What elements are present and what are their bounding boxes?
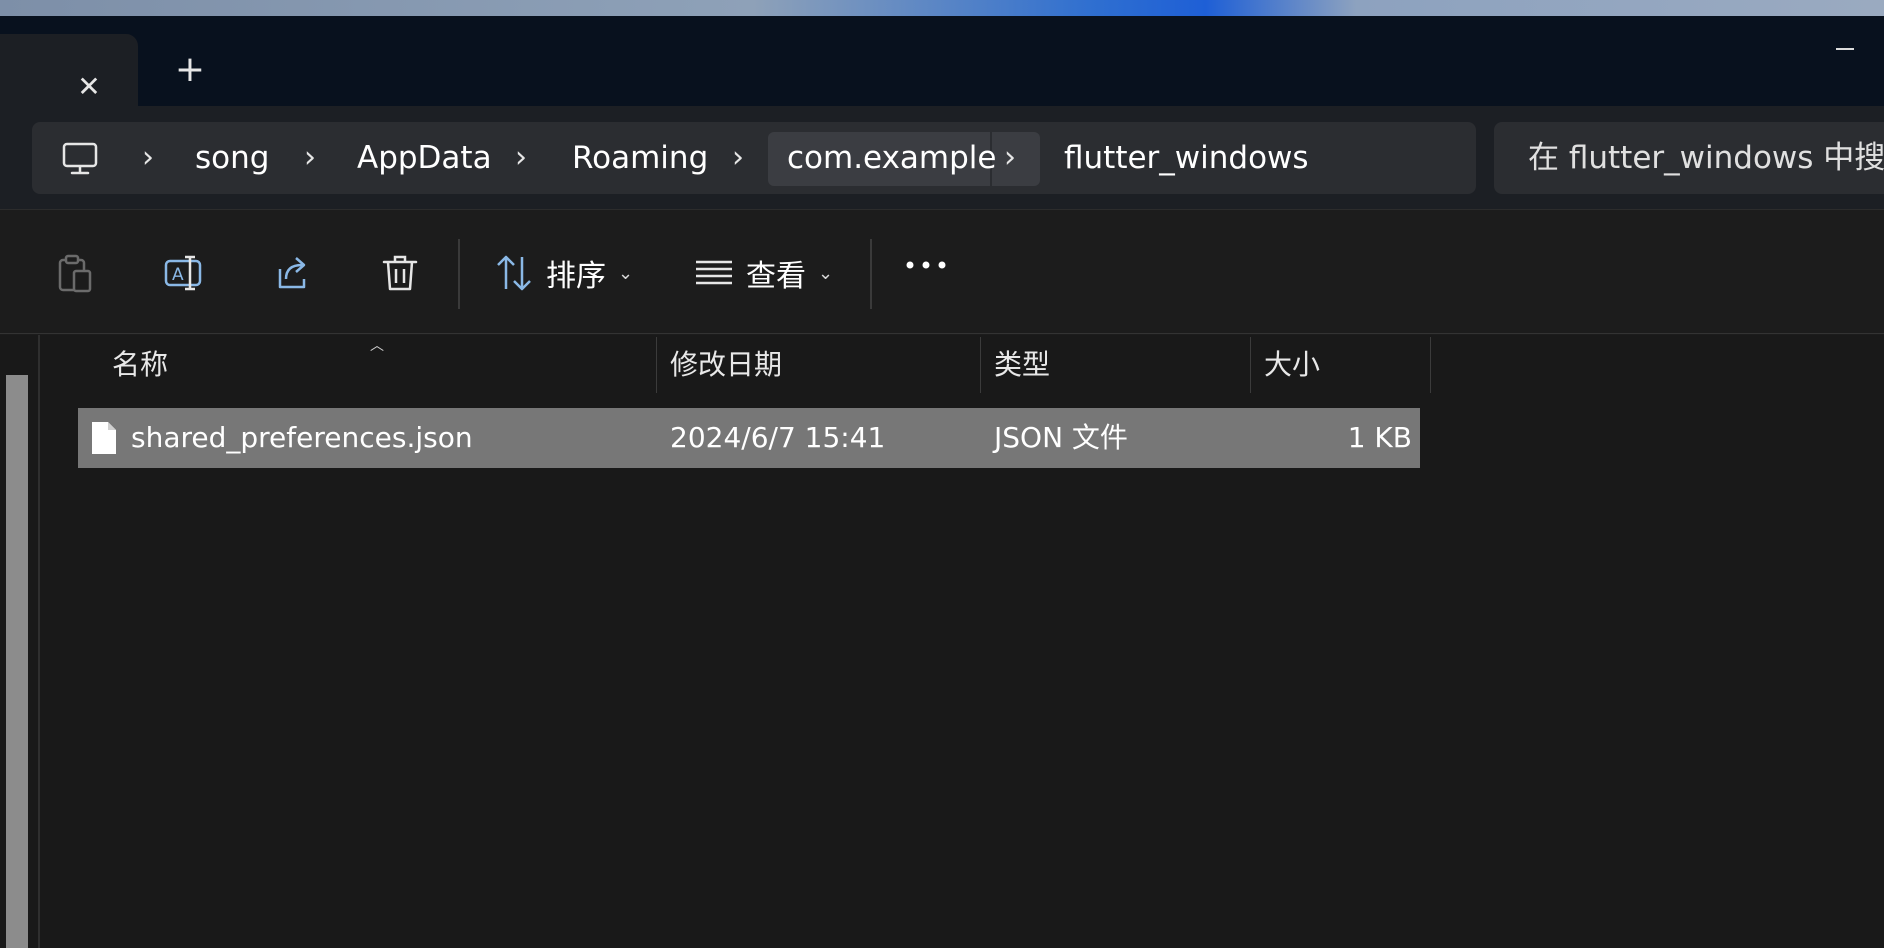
minimize-button[interactable]	[1830, 34, 1860, 64]
sort-button[interactable]: 排序 ⌄	[494, 245, 633, 301]
more-icon[interactable]	[904, 257, 948, 273]
title-bar: ✕ +	[0, 16, 1884, 106]
chevron-right-icon[interactable]: ›	[142, 122, 154, 194]
rename-icon[interactable]: A	[164, 253, 204, 293]
column-divider[interactable]	[1250, 337, 1251, 393]
file-list-area: ︿ 名称 修改日期 类型 大小 shared_preferences.json …	[0, 335, 1884, 948]
file-name[interactable]: shared_preferences.json	[131, 408, 473, 468]
view-label: 查看	[746, 259, 806, 294]
breadcrumb-item-flutter-windows[interactable]: flutter_windows	[1064, 122, 1309, 194]
file-row[interactable]: shared_preferences.json 2024/6/7 15:41 J…	[78, 408, 1420, 468]
file-modified: 2024/6/7 15:41	[670, 421, 886, 454]
chevron-down-icon: ⌄	[618, 262, 634, 284]
sort-icon	[497, 255, 531, 291]
svg-text:A: A	[172, 265, 184, 285]
delete-icon[interactable]	[380, 253, 420, 293]
column-divider[interactable]	[1430, 337, 1431, 393]
this-pc-icon[interactable]	[62, 142, 98, 176]
chevron-right-icon[interactable]: ›	[304, 122, 316, 194]
column-header-type[interactable]: 类型	[994, 335, 1050, 391]
desktop-background	[0, 0, 1884, 16]
new-tab-button[interactable]: +	[172, 52, 208, 88]
file-icon	[92, 422, 116, 454]
breadcrumb[interactable]: › song › AppData › Roaming › com.example…	[32, 122, 1476, 194]
close-tab-icon[interactable]: ✕	[74, 72, 104, 102]
column-header-name[interactable]: 名称	[112, 335, 168, 391]
view-icon	[696, 260, 732, 285]
share-icon[interactable]	[272, 253, 312, 293]
breadcrumb-item-song[interactable]: song	[195, 122, 269, 194]
address-row: › song › AppData › Roaming › com.example…	[0, 106, 1884, 210]
search-placeholder[interactable]: 在 flutter_windows 中搜索	[1528, 122, 1884, 194]
column-header-modified[interactable]: 修改日期	[670, 335, 782, 391]
column-header-size[interactable]: 大小	[1264, 335, 1320, 391]
column-divider[interactable]	[980, 337, 981, 393]
chevron-down-icon: ⌄	[818, 262, 834, 284]
breadcrumb-item-com-example[interactable]: com.example	[787, 122, 997, 194]
column-divider[interactable]	[656, 337, 657, 393]
sort-ascending-icon: ︿	[370, 338, 384, 354]
file-type: JSON 文件	[994, 421, 1128, 454]
toolbar-divider	[870, 239, 872, 309]
paste-icon[interactable]	[56, 253, 96, 293]
chevron-right-icon[interactable]: ›	[1004, 122, 1016, 194]
navigation-pane	[0, 335, 40, 948]
sort-label: 排序	[546, 259, 606, 294]
scrollbar-thumb[interactable]	[6, 375, 28, 948]
toolbar-divider	[458, 239, 460, 309]
breadcrumb-item-appdata[interactable]: AppData	[357, 122, 492, 194]
file-size: 1 KB	[1347, 421, 1412, 454]
tab-flutter-windows[interactable]: ✕	[0, 34, 138, 106]
view-button[interactable]: 查看 ⌄	[694, 245, 833, 301]
chevron-right-icon[interactable]: ›	[515, 122, 527, 194]
chevron-right-icon[interactable]: ›	[732, 122, 744, 194]
search-box[interactable]: 在 flutter_windows 中搜索	[1494, 122, 1884, 194]
file-explorer-window: ✕ + › song › AppData › Roaming › com.exa…	[0, 0, 1884, 948]
breadcrumb-item-roaming[interactable]: Roaming	[572, 122, 708, 194]
